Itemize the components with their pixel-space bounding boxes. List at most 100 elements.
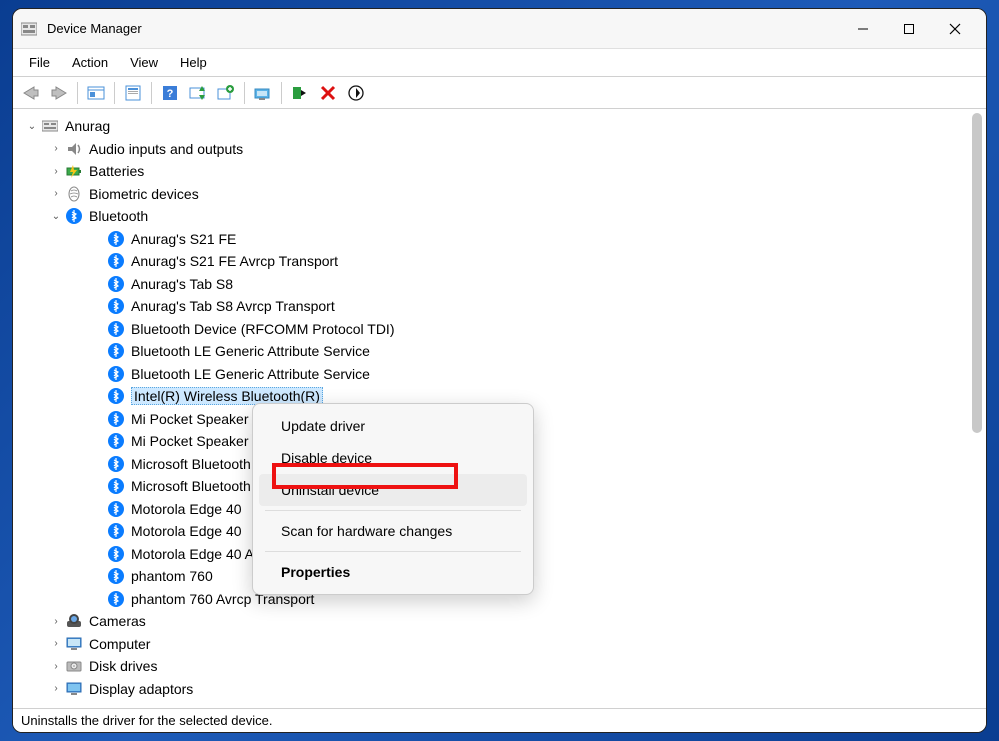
bt-icon <box>107 567 125 585</box>
tree-bt-device-3[interactable]: Anurag's Tab S8 Avrcp Transport <box>21 295 968 318</box>
close-button[interactable] <box>932 13 978 45</box>
svg-text:?: ? <box>167 88 174 100</box>
properties-button[interactable] <box>120 80 146 106</box>
bt-icon <box>107 590 125 608</box>
tree-bt-device-4[interactable]: Bluetooth Device (RFCOMM Protocol TDI) <box>21 318 968 341</box>
menubar: File Action View Help <box>13 49 986 77</box>
context-disable-device[interactable]: Disable device <box>259 442 527 474</box>
toolbar-separator <box>244 82 245 104</box>
tree-bt-device-6[interactable]: Bluetooth LE Generic Attribute Service <box>21 363 968 386</box>
status-text: Uninstalls the driver for the selected d… <box>21 713 272 728</box>
context-separator <box>265 510 521 511</box>
tree-node-label: Mi Pocket Speaker 2 <box>131 433 260 449</box>
tree-node-label: phantom 760 <box>131 568 213 584</box>
bt-icon <box>107 410 125 428</box>
scrollbar[interactable] <box>972 113 982 433</box>
tree-node-label: Batteries <box>89 163 144 179</box>
toolbar: ? <box>13 77 986 109</box>
titlebar: Device Manager <box>13 9 986 49</box>
tree-category-disk[interactable]: ›Disk drives <box>21 655 968 678</box>
bt-icon <box>107 455 125 473</box>
chevron-right-icon[interactable]: › <box>49 188 63 199</box>
tree-node-label: Anurag <box>65 118 110 134</box>
tree-category-computer[interactable]: ›Computer <box>21 633 968 656</box>
scan-button[interactable] <box>185 80 211 106</box>
context-scan-hardware[interactable]: Scan for hardware changes <box>259 515 527 547</box>
tree-node-label: Bluetooth Device (RFCOMM Protocol TDI) <box>131 321 394 337</box>
bt-icon <box>107 230 125 248</box>
back-button[interactable] <box>18 80 44 106</box>
tree-root[interactable]: ⌄ Anurag <box>21 115 968 138</box>
devices-by-type-button[interactable] <box>343 80 369 106</box>
chevron-right-icon[interactable]: › <box>49 143 63 154</box>
minimize-button[interactable] <box>840 13 886 45</box>
tree-node-label: Anurag's Tab S8 Avrcp Transport <box>131 298 335 314</box>
forward-button[interactable] <box>46 80 72 106</box>
tree-node-label: Anurag's S21 FE Avrcp Transport <box>131 253 338 269</box>
bt-icon <box>107 477 125 495</box>
biometric-icon <box>65 185 83 203</box>
tree-bt-device-5[interactable]: Bluetooth LE Generic Attribute Service <box>21 340 968 363</box>
chevron-down-icon[interactable]: ⌄ <box>49 211 63 222</box>
context-menu: Update driver Disable device Uninstall d… <box>252 403 534 595</box>
computer-icon <box>65 635 83 653</box>
pc-icon <box>41 117 59 135</box>
chevron-right-icon[interactable]: › <box>49 166 63 177</box>
bt-icon <box>107 522 125 540</box>
bt-icon <box>107 320 125 338</box>
tree-node-label: Bluetooth LE Generic Attribute Service <box>131 366 370 382</box>
chevron-right-icon[interactable]: › <box>49 661 63 672</box>
battery-icon <box>65 162 83 180</box>
maximize-button[interactable] <box>886 13 932 45</box>
tree-node-label: Biometric devices <box>89 186 199 202</box>
enable-button[interactable] <box>287 80 313 106</box>
help-button[interactable]: ? <box>157 80 183 106</box>
context-uninstall-device[interactable]: Uninstall device <box>259 474 527 506</box>
toolbar-separator <box>151 82 152 104</box>
menu-help[interactable]: Help <box>170 52 217 73</box>
tree-bt-device-1[interactable]: Anurag's S21 FE Avrcp Transport <box>21 250 968 273</box>
context-separator <box>265 551 521 552</box>
tree-node-label: Mi Pocket Speaker 2 <box>131 411 260 427</box>
context-update-driver[interactable]: Update driver <box>259 410 527 442</box>
tree-category-batteries[interactable]: › Batteries <box>21 160 968 183</box>
menu-file[interactable]: File <box>19 52 60 73</box>
tree-node-label: Cameras <box>89 613 146 629</box>
bt-icon <box>107 275 125 293</box>
menu-action[interactable]: Action <box>62 52 118 73</box>
statusbar: Uninstalls the driver for the selected d… <box>13 708 986 732</box>
tree-category-biometric[interactable]: › Biometric devices <box>21 183 968 206</box>
chevron-right-icon[interactable]: › <box>49 638 63 649</box>
app-icon <box>21 21 37 37</box>
chevron-right-icon[interactable]: › <box>49 683 63 694</box>
tree-node-label: Anurag's Tab S8 <box>131 276 233 292</box>
tree-bt-device-2[interactable]: Anurag's Tab S8 <box>21 273 968 296</box>
bt-icon <box>107 297 125 315</box>
tree-node-label: Bluetooth <box>89 208 148 224</box>
tree-category-cameras[interactable]: › Cameras <box>21 610 968 633</box>
chevron-right-icon[interactable]: › <box>49 616 63 627</box>
chevron-down-icon[interactable]: ⌄ <box>25 121 39 132</box>
display-icon <box>65 680 83 698</box>
update-driver-button[interactable] <box>250 80 276 106</box>
menu-view[interactable]: View <box>120 52 168 73</box>
tree-category-audio[interactable]: ›Audio inputs and outputs <box>21 138 968 161</box>
bt-icon <box>107 387 125 405</box>
bt-icon <box>107 342 125 360</box>
toolbar-separator <box>114 82 115 104</box>
tree-category-display[interactable]: › Display adaptors <box>21 678 968 701</box>
bt-icon <box>65 207 83 225</box>
toolbar-separator <box>77 82 78 104</box>
tree-bt-device-0[interactable]: Anurag's S21 FE <box>21 228 968 251</box>
bt-icon <box>107 432 125 450</box>
context-properties[interactable]: Properties <box>259 556 527 588</box>
window-title: Device Manager <box>47 21 142 36</box>
window-controls <box>840 13 978 45</box>
tree-node-label: Display adaptors <box>89 681 193 697</box>
tree-category-bluetooth[interactable]: ⌄ Bluetooth <box>21 205 968 228</box>
uninstall-button[interactable] <box>315 80 341 106</box>
show-hidden-button[interactable] <box>83 80 109 106</box>
camera-icon <box>65 612 83 630</box>
bt-icon <box>107 252 125 270</box>
add-legacy-button[interactable] <box>213 80 239 106</box>
